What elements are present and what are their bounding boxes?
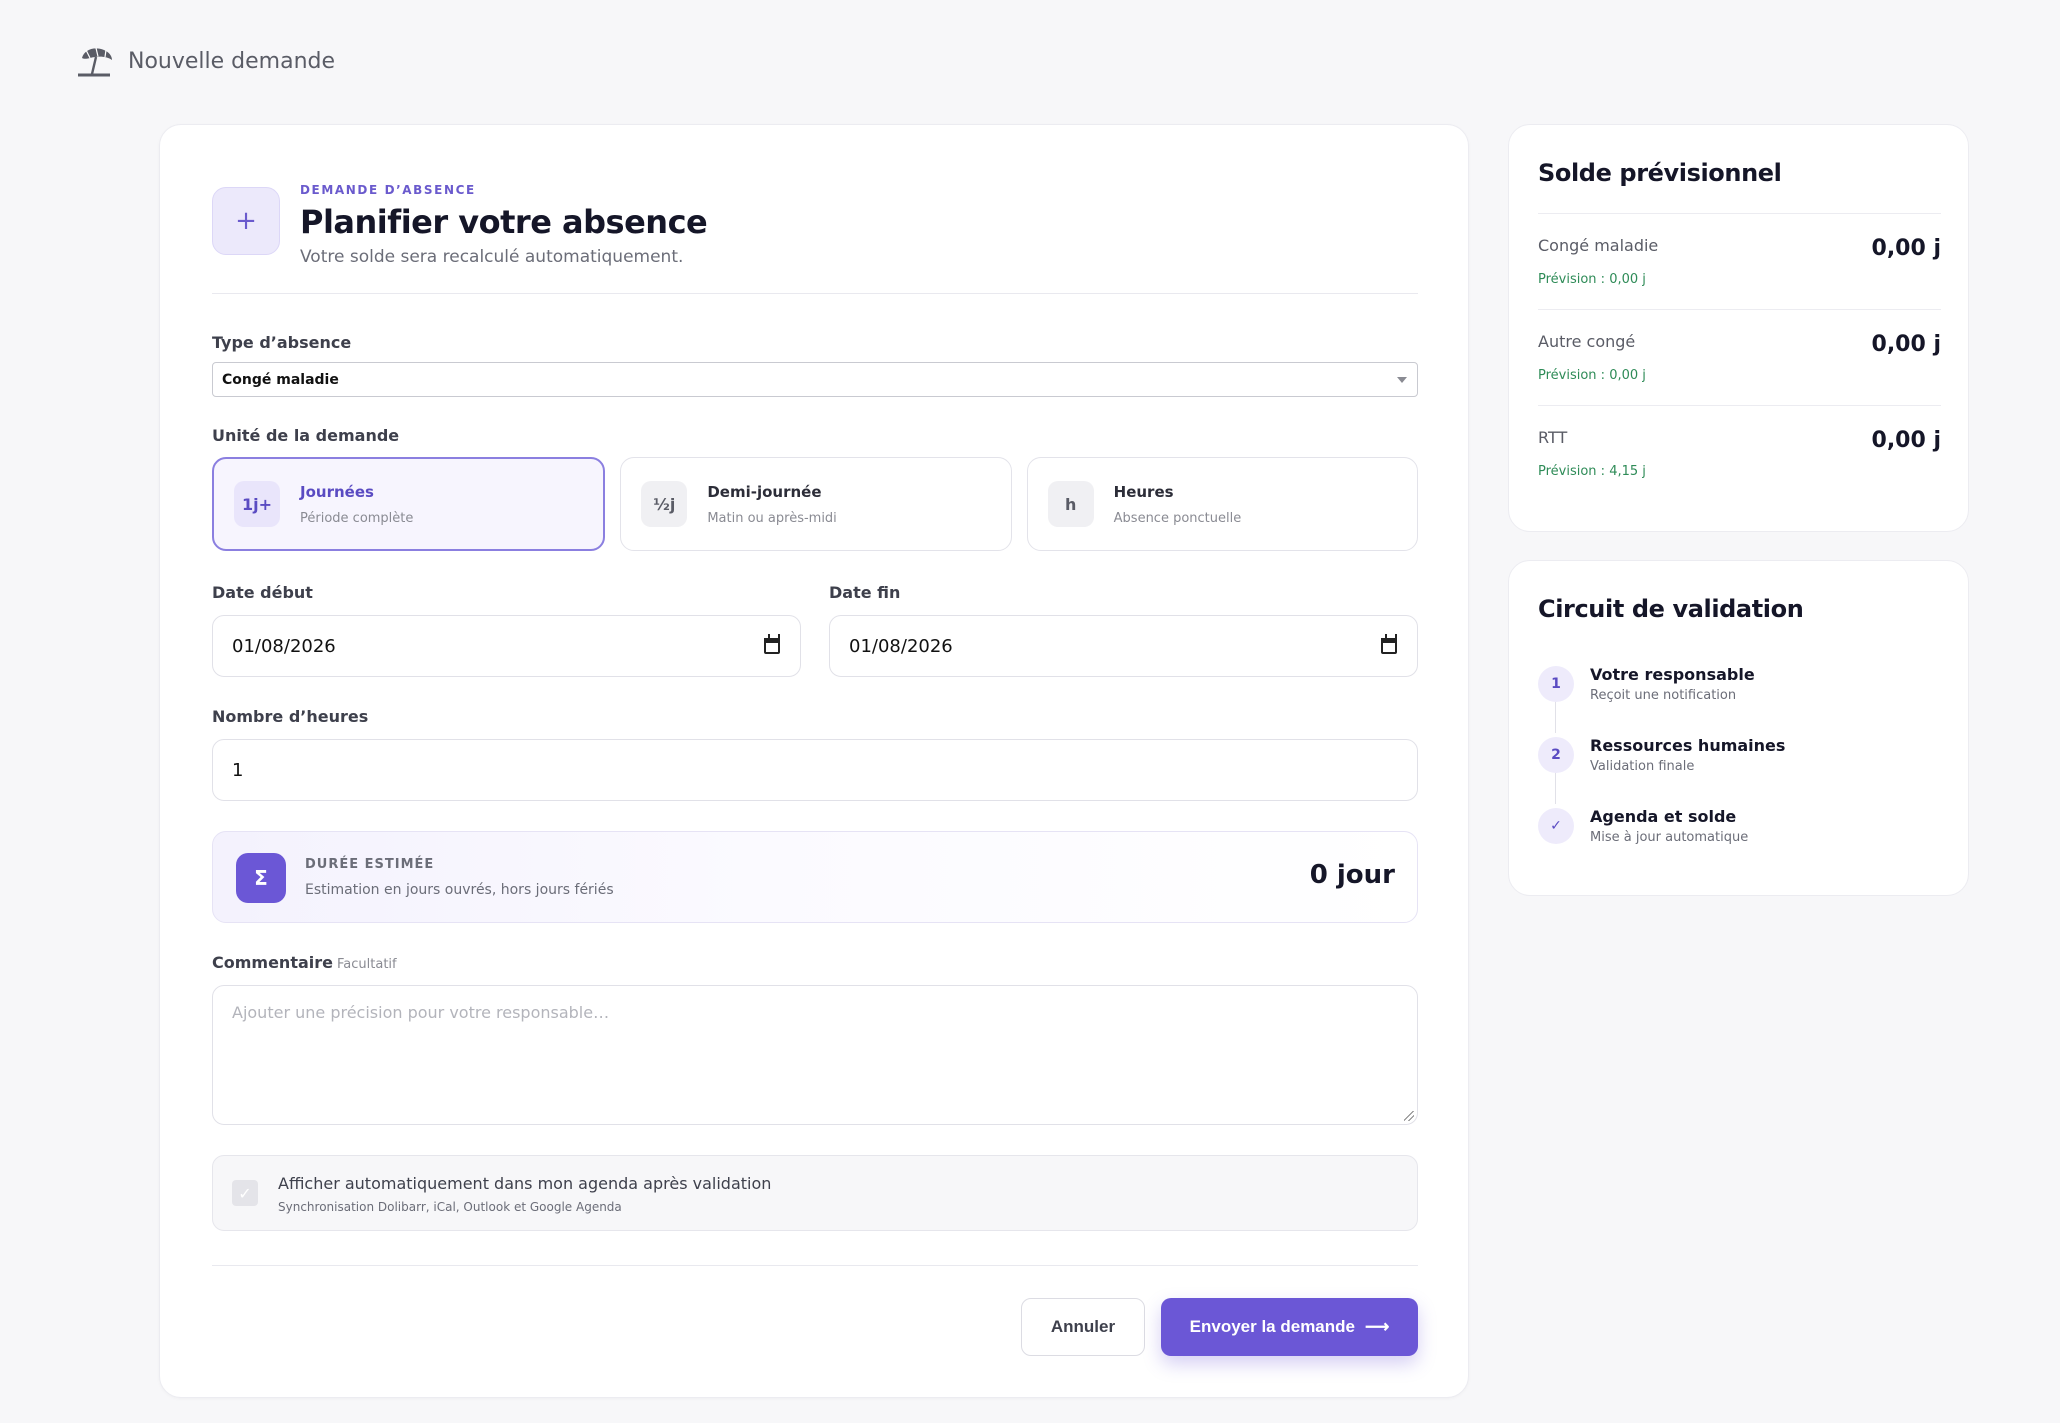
end-date-label: Date fin — [829, 583, 901, 602]
balance-title: Solde prévisionnel — [1538, 159, 1782, 187]
absence-request-form: + DEMANDE D’ABSENCE Planifier votre abse… — [159, 124, 1469, 1398]
comment-label: Commentaire — [212, 953, 333, 972]
forecast-balance-card: Solde prévisionnel Congé maladie 0,00 j … — [1508, 124, 1969, 532]
absence-type-select[interactable]: Congé maladie — [212, 362, 1418, 397]
optional-tag: Facultatif — [337, 957, 397, 972]
step-description: Reçoit une notification — [1590, 688, 1737, 703]
balance-row: Autre congé 0,00 j Prévision : 0,00 j — [1538, 309, 1941, 405]
start-date-value: 01/08/2026 — [232, 635, 336, 657]
absence-type-value: Congé maladie — [222, 371, 339, 388]
comment-placeholder: Ajouter une précision pour votre respons… — [232, 1003, 610, 1022]
step-number: 2 — [1538, 737, 1574, 773]
hours-label: Nombre d’heures — [212, 707, 369, 726]
estimate-value: 0 jour — [1309, 860, 1395, 890]
comment-label-row: Commentaire Facultatif — [212, 953, 397, 972]
unit-option-description: Matin ou après-midi — [707, 510, 837, 526]
balance-forecast: Prévision : 4,15 j — [1538, 464, 1646, 479]
divider — [212, 1265, 1418, 1266]
unit-option-description: Période complète — [300, 510, 414, 526]
page-header: Nouvelle demande — [76, 44, 335, 78]
submit-request-button[interactable]: Envoyer la demande ⟶ — [1161, 1298, 1418, 1356]
validation-title: Circuit de validation — [1538, 595, 1804, 623]
chevron-down-icon — [1397, 377, 1407, 383]
form-subtitle: Votre solde sera recalculé automatiqueme… — [300, 247, 684, 267]
unit-option-description: Absence ponctuelle — [1113, 510, 1242, 526]
unit-label: Unité de la demande — [212, 426, 400, 445]
balance-value: 0,00 j — [1871, 428, 1941, 453]
comment-textarea[interactable]: Ajouter une précision pour votre respons… — [212, 985, 1418, 1125]
step-title: Agenda et solde — [1590, 807, 1737, 826]
balance-name: RTT — [1538, 428, 1568, 447]
submit-button-label: Envoyer la demande — [1189, 1317, 1355, 1336]
estimated-duration-panel: Σ DURÉE ESTIMÉE Estimation en jours ouvr… — [212, 831, 1418, 923]
arrow-right-icon: ⟶ — [1364, 1317, 1390, 1336]
hours-icon: h — [1047, 481, 1094, 527]
balance-row: Congé maladie 0,00 j Prévision : 0,00 j — [1538, 213, 1941, 309]
hours-value: 1 — [232, 759, 244, 781]
form-eyebrow: DEMANDE D’ABSENCE — [300, 183, 476, 197]
validation-step: 1 Votre responsable Reçoit une notificat… — [1538, 661, 1755, 715]
balance-name: Congé maladie — [1538, 236, 1659, 255]
form-title: Planifier votre absence — [300, 203, 708, 241]
unit-option-hours[interactable]: h Heures Absence ponctuelle — [1026, 457, 1418, 551]
form-hero: + DEMANDE D’ABSENCE Planifier votre abse… — [212, 181, 1418, 291]
balance-forecast: Prévision : 0,00 j — [1538, 368, 1646, 383]
balance-value: 0,00 j — [1871, 236, 1941, 261]
unit-option-title: Demi-journée — [707, 482, 822, 501]
unit-option-days[interactable]: 1j+ Journées Période complète — [212, 457, 606, 551]
unit-option-title: Journées — [300, 482, 374, 501]
balance-name: Autre congé — [1538, 332, 1636, 351]
balance-row: RTT 0,00 j Prévision : 4,15 j — [1538, 405, 1941, 501]
unit-options: 1j+ Journées Période complète ½j Demi-jo… — [212, 457, 1418, 551]
validation-step: ✓ Agenda et solde Mise à jour automatiqu… — [1538, 803, 1748, 857]
validation-step: 2 Ressources humaines Validation finale — [1538, 732, 1785, 786]
half-day-icon: ½j — [641, 481, 688, 527]
unit-option-title: Heures — [1113, 482, 1174, 501]
calendar-sync-label: Afficher automatiquement dans mon agenda… — [278, 1174, 772, 1193]
sigma-icon: Σ — [236, 853, 286, 903]
plus-icon: + — [212, 187, 280, 255]
beach-umbrella-icon — [78, 47, 112, 77]
end-date-input[interactable]: 01/08/2026 — [829, 615, 1418, 677]
step-title: Votre responsable — [1590, 665, 1755, 684]
estimate-description: Estimation en jours ouvrés, hors jours f… — [305, 882, 614, 898]
calendar-sync-description: Synchronisation Dolibarr, iCal, Outlook … — [278, 1200, 622, 1214]
step-description: Mise à jour automatique — [1590, 830, 1749, 845]
days-icon: 1j+ — [234, 481, 280, 527]
resize-handle[interactable] — [1404, 1111, 1414, 1121]
balance-forecast: Prévision : 0,00 j — [1538, 272, 1646, 287]
start-date-label: Date début — [212, 583, 313, 602]
estimate-title: DURÉE ESTIMÉE — [305, 857, 435, 872]
start-date-input[interactable]: 01/08/2026 — [212, 615, 801, 677]
hours-input[interactable]: 1 — [212, 739, 1418, 801]
check-icon: ✓ — [1538, 808, 1574, 844]
step-title: Ressources humaines — [1590, 736, 1786, 755]
unit-option-half-day[interactable]: ½j Demi-journée Matin ou après-midi — [620, 457, 1012, 551]
divider — [212, 293, 1418, 294]
step-description: Validation finale — [1590, 759, 1695, 774]
end-date-value: 01/08/2026 — [849, 635, 953, 657]
calendar-sync-checkbox[interactable]: ✓ — [232, 1180, 258, 1206]
validation-circuit-card: Circuit de validation 1 Votre responsabl… — [1508, 560, 1969, 896]
calendar-icon[interactable] — [764, 634, 780, 654]
step-number: 1 — [1538, 666, 1574, 702]
calendar-icon[interactable] — [1381, 634, 1397, 654]
absence-type-label: Type d’absence — [212, 333, 352, 352]
calendar-sync-option: ✓ Afficher automatiquement dans mon agen… — [212, 1155, 1418, 1231]
cancel-button[interactable]: Annuler — [1021, 1298, 1145, 1356]
balance-value: 0,00 j — [1871, 332, 1941, 357]
page-title: Nouvelle demande — [128, 48, 336, 74]
